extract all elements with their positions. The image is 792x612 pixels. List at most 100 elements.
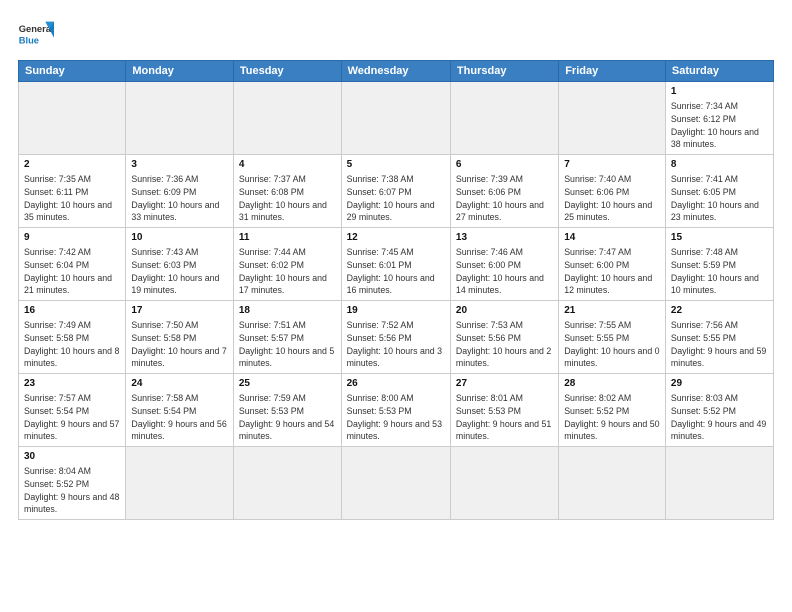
calendar-cell: 12Sunrise: 7:45 AM Sunset: 6:01 PM Dayli… — [341, 228, 450, 301]
day-number: 3 — [131, 158, 228, 172]
day-info: Sunrise: 7:34 AM Sunset: 6:12 PM Dayligh… — [671, 100, 768, 151]
day-number: 21 — [564, 304, 660, 318]
day-number: 10 — [131, 231, 228, 245]
day-number: 27 — [456, 377, 553, 391]
calendar-cell — [341, 447, 450, 520]
calendar-cell: 10Sunrise: 7:43 AM Sunset: 6:03 PM Dayli… — [126, 228, 234, 301]
day-info: Sunrise: 7:59 AM Sunset: 5:53 PM Dayligh… — [239, 392, 336, 443]
day-number: 12 — [347, 231, 445, 245]
day-number: 6 — [456, 158, 553, 172]
calendar-cell — [665, 447, 773, 520]
day-info: Sunrise: 8:01 AM Sunset: 5:53 PM Dayligh… — [456, 392, 553, 443]
calendar-week-row: 9Sunrise: 7:42 AM Sunset: 6:04 PM Daylig… — [19, 228, 774, 301]
day-number: 18 — [239, 304, 336, 318]
calendar-cell: 28Sunrise: 8:02 AM Sunset: 5:52 PM Dayli… — [559, 374, 666, 447]
day-info: Sunrise: 7:44 AM Sunset: 6:02 PM Dayligh… — [239, 246, 336, 297]
calendar-cell — [233, 82, 341, 155]
weekday-header-tuesday: Tuesday — [233, 61, 341, 82]
calendar-cell: 17Sunrise: 7:50 AM Sunset: 5:58 PM Dayli… — [126, 301, 234, 374]
day-info: Sunrise: 8:02 AM Sunset: 5:52 PM Dayligh… — [564, 392, 660, 443]
calendar-cell — [126, 447, 234, 520]
calendar-cell — [559, 447, 666, 520]
calendar-cell: 21Sunrise: 7:55 AM Sunset: 5:55 PM Dayli… — [559, 301, 666, 374]
calendar-cell: 6Sunrise: 7:39 AM Sunset: 6:06 PM Daylig… — [450, 155, 558, 228]
calendar-cell — [126, 82, 234, 155]
calendar-cell — [559, 82, 666, 155]
day-info: Sunrise: 7:42 AM Sunset: 6:04 PM Dayligh… — [24, 246, 120, 297]
calendar-cell — [233, 447, 341, 520]
day-number: 4 — [239, 158, 336, 172]
day-number: 11 — [239, 231, 336, 245]
day-info: Sunrise: 7:41 AM Sunset: 6:05 PM Dayligh… — [671, 173, 768, 224]
day-number: 23 — [24, 377, 120, 391]
calendar-cell: 20Sunrise: 7:53 AM Sunset: 5:56 PM Dayli… — [450, 301, 558, 374]
calendar-cell — [450, 447, 558, 520]
day-number: 13 — [456, 231, 553, 245]
day-info: Sunrise: 7:46 AM Sunset: 6:00 PM Dayligh… — [456, 246, 553, 297]
calendar-week-row: 23Sunrise: 7:57 AM Sunset: 5:54 PM Dayli… — [19, 374, 774, 447]
day-info: Sunrise: 7:38 AM Sunset: 6:07 PM Dayligh… — [347, 173, 445, 224]
day-number: 9 — [24, 231, 120, 245]
day-number: 20 — [456, 304, 553, 318]
calendar-cell: 19Sunrise: 7:52 AM Sunset: 5:56 PM Dayli… — [341, 301, 450, 374]
calendar-cell: 2Sunrise: 7:35 AM Sunset: 6:11 PM Daylig… — [19, 155, 126, 228]
logo-icon: General Blue — [18, 16, 54, 52]
calendar-cell: 1Sunrise: 7:34 AM Sunset: 6:12 PM Daylig… — [665, 82, 773, 155]
logo: General Blue — [18, 16, 54, 52]
calendar-cell — [450, 82, 558, 155]
calendar-week-row: 1Sunrise: 7:34 AM Sunset: 6:12 PM Daylig… — [19, 82, 774, 155]
day-info: Sunrise: 7:37 AM Sunset: 6:08 PM Dayligh… — [239, 173, 336, 224]
calendar-cell: 27Sunrise: 8:01 AM Sunset: 5:53 PM Dayli… — [450, 374, 558, 447]
header: General Blue — [18, 16, 774, 52]
weekday-header-friday: Friday — [559, 61, 666, 82]
day-number: 26 — [347, 377, 445, 391]
day-info: Sunrise: 7:56 AM Sunset: 5:55 PM Dayligh… — [671, 319, 768, 370]
page: General Blue SundayMondayTuesdayWednesda… — [0, 0, 792, 612]
calendar-cell: 16Sunrise: 7:49 AM Sunset: 5:58 PM Dayli… — [19, 301, 126, 374]
calendar-cell: 9Sunrise: 7:42 AM Sunset: 6:04 PM Daylig… — [19, 228, 126, 301]
day-number: 25 — [239, 377, 336, 391]
day-number: 19 — [347, 304, 445, 318]
calendar-cell: 5Sunrise: 7:38 AM Sunset: 6:07 PM Daylig… — [341, 155, 450, 228]
weekday-header-thursday: Thursday — [450, 61, 558, 82]
calendar-cell: 24Sunrise: 7:58 AM Sunset: 5:54 PM Dayli… — [126, 374, 234, 447]
day-number: 1 — [671, 85, 768, 99]
day-number: 5 — [347, 158, 445, 172]
weekday-header-sunday: Sunday — [19, 61, 126, 82]
day-info: Sunrise: 7:49 AM Sunset: 5:58 PM Dayligh… — [24, 319, 120, 370]
calendar-table: SundayMondayTuesdayWednesdayThursdayFrid… — [18, 60, 774, 520]
day-info: Sunrise: 7:48 AM Sunset: 5:59 PM Dayligh… — [671, 246, 768, 297]
calendar-week-row: 30Sunrise: 8:04 AM Sunset: 5:52 PM Dayli… — [19, 447, 774, 520]
weekday-header-row: SundayMondayTuesdayWednesdayThursdayFrid… — [19, 61, 774, 82]
day-info: Sunrise: 7:58 AM Sunset: 5:54 PM Dayligh… — [131, 392, 228, 443]
calendar-cell: 7Sunrise: 7:40 AM Sunset: 6:06 PM Daylig… — [559, 155, 666, 228]
day-number: 15 — [671, 231, 768, 245]
calendar-cell: 14Sunrise: 7:47 AM Sunset: 6:00 PM Dayli… — [559, 228, 666, 301]
calendar-cell: 29Sunrise: 8:03 AM Sunset: 5:52 PM Dayli… — [665, 374, 773, 447]
day-number: 29 — [671, 377, 768, 391]
day-info: Sunrise: 7:47 AM Sunset: 6:00 PM Dayligh… — [564, 246, 660, 297]
day-number: 24 — [131, 377, 228, 391]
day-info: Sunrise: 8:03 AM Sunset: 5:52 PM Dayligh… — [671, 392, 768, 443]
day-info: Sunrise: 7:50 AM Sunset: 5:58 PM Dayligh… — [131, 319, 228, 370]
calendar-cell: 25Sunrise: 7:59 AM Sunset: 5:53 PM Dayli… — [233, 374, 341, 447]
calendar-cell: 3Sunrise: 7:36 AM Sunset: 6:09 PM Daylig… — [126, 155, 234, 228]
day-info: Sunrise: 7:45 AM Sunset: 6:01 PM Dayligh… — [347, 246, 445, 297]
calendar-week-row: 2Sunrise: 7:35 AM Sunset: 6:11 PM Daylig… — [19, 155, 774, 228]
weekday-header-saturday: Saturday — [665, 61, 773, 82]
day-number: 7 — [564, 158, 660, 172]
day-info: Sunrise: 7:55 AM Sunset: 5:55 PM Dayligh… — [564, 319, 660, 370]
day-info: Sunrise: 7:39 AM Sunset: 6:06 PM Dayligh… — [456, 173, 553, 224]
day-info: Sunrise: 7:52 AM Sunset: 5:56 PM Dayligh… — [347, 319, 445, 370]
calendar-cell: 26Sunrise: 8:00 AM Sunset: 5:53 PM Dayli… — [341, 374, 450, 447]
calendar-cell: 13Sunrise: 7:46 AM Sunset: 6:00 PM Dayli… — [450, 228, 558, 301]
calendar-cell: 18Sunrise: 7:51 AM Sunset: 5:57 PM Dayli… — [233, 301, 341, 374]
day-info: Sunrise: 7:51 AM Sunset: 5:57 PM Dayligh… — [239, 319, 336, 370]
day-info: Sunrise: 7:53 AM Sunset: 5:56 PM Dayligh… — [456, 319, 553, 370]
calendar-week-row: 16Sunrise: 7:49 AM Sunset: 5:58 PM Dayli… — [19, 301, 774, 374]
day-info: Sunrise: 7:36 AM Sunset: 6:09 PM Dayligh… — [131, 173, 228, 224]
day-number: 2 — [24, 158, 120, 172]
calendar-cell: 4Sunrise: 7:37 AM Sunset: 6:08 PM Daylig… — [233, 155, 341, 228]
calendar-cell — [341, 82, 450, 155]
day-number: 16 — [24, 304, 120, 318]
